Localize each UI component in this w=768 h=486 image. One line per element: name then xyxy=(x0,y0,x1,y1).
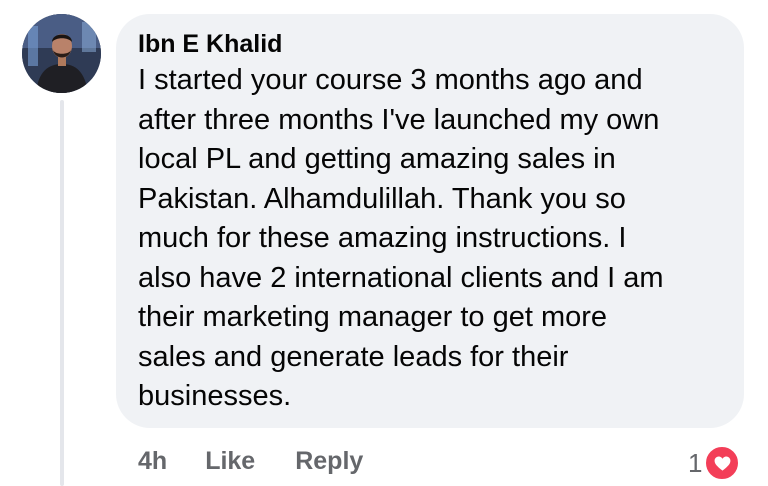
reaction-summary[interactable]: 1 xyxy=(688,445,741,481)
heart-icon xyxy=(704,445,741,481)
comment-actions: 4h Like Reply xyxy=(138,447,363,476)
reaction-count: 1 xyxy=(688,447,703,478)
profile-photo xyxy=(22,14,101,93)
comment-author-name[interactable]: Ibn E Khalid xyxy=(138,28,720,60)
comment-timestamp[interactable]: 4h xyxy=(138,447,167,476)
comment-text: I started your course 3 months ago and a… xyxy=(138,64,664,412)
thread-connector-line xyxy=(60,100,64,486)
comment-bubble: Ibn E Khalid I started your course 3 mon… xyxy=(116,14,744,428)
like-button[interactable]: Like xyxy=(205,447,255,476)
reply-button[interactable]: Reply xyxy=(295,447,363,476)
comment-thread: Ibn E Khalid I started your course 3 mon… xyxy=(0,0,768,486)
avatar[interactable] xyxy=(22,14,101,93)
